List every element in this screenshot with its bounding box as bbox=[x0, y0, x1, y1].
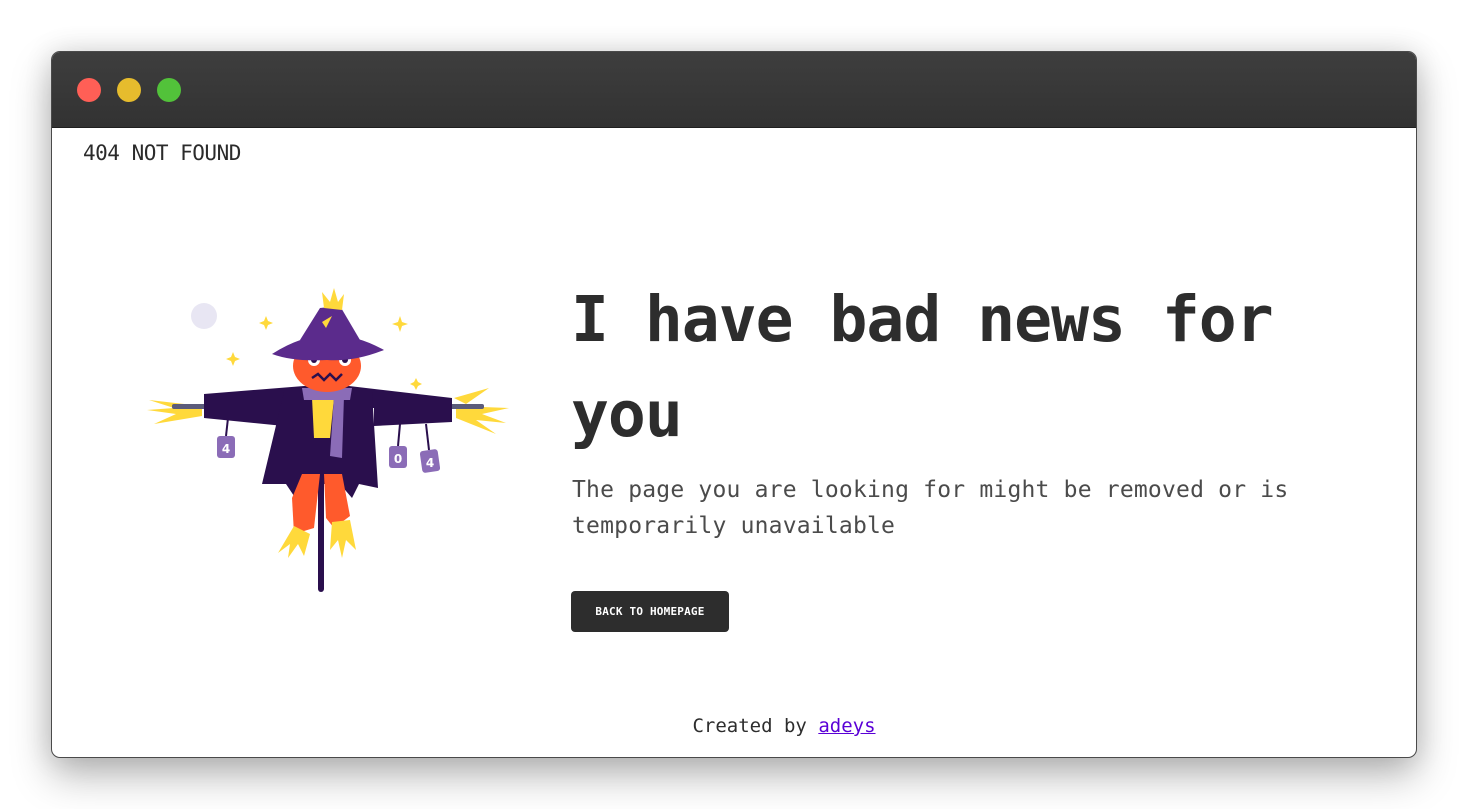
back-to-homepage-button[interactable]: BACK TO HOMEPAGE bbox=[571, 591, 729, 632]
can-label: 4 bbox=[222, 442, 230, 456]
window-titlebar bbox=[52, 52, 1416, 128]
can-label: 4 bbox=[426, 456, 434, 470]
browser-window: 404 NOT FOUND 4 0 4 I have bad news for … bbox=[51, 51, 1417, 758]
minimize-window-button[interactable] bbox=[117, 78, 141, 102]
maximize-window-button[interactable] bbox=[157, 78, 181, 102]
scarecrow-illustration: 4 0 4 bbox=[147, 288, 509, 592]
can-4-left: 4 bbox=[217, 417, 235, 458]
page-title: 404 NOT FOUND bbox=[83, 141, 241, 165]
can-4-right: 4 bbox=[419, 423, 441, 473]
footer-credit: Created by adeys bbox=[52, 715, 1416, 737]
author-link[interactable]: adeys bbox=[818, 715, 875, 737]
footer-prefix: Created by bbox=[692, 715, 807, 737]
error-headline: I have bad news for you bbox=[571, 283, 1274, 451]
can-label: 0 bbox=[394, 452, 402, 466]
close-window-button[interactable] bbox=[77, 78, 101, 102]
error-message: The page you are looking for might be re… bbox=[572, 477, 1289, 539]
moon-icon bbox=[191, 303, 217, 329]
can-0: 0 bbox=[389, 423, 407, 468]
